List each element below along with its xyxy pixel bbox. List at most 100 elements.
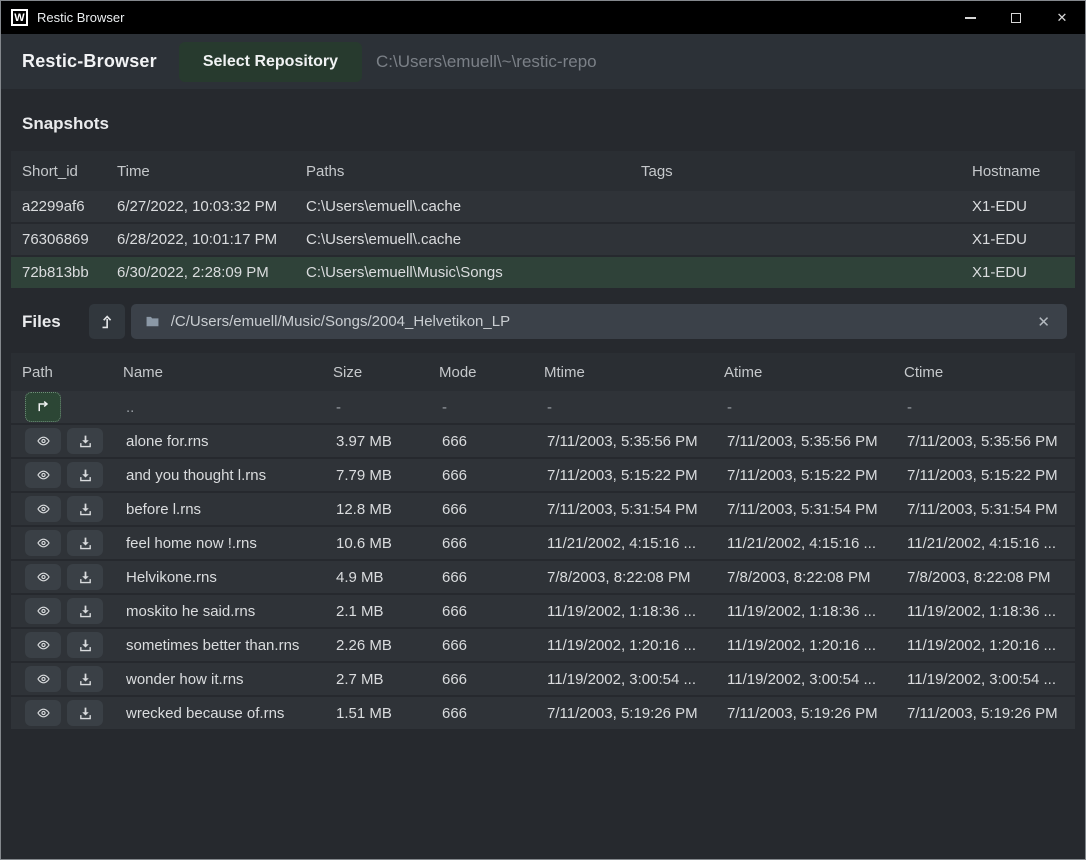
eye-icon: [34, 502, 53, 516]
file-atime: 11/19/2002, 1:20:16 ...: [727, 637, 907, 654]
app-window: W Restic Browser ✕ Restic-Browser Select…: [0, 0, 1086, 860]
file-mode: 666: [442, 535, 547, 552]
app-title: Restic-Browser: [22, 51, 157, 72]
download-file-button[interactable]: [67, 666, 103, 692]
file-mtime: 7/11/2003, 5:15:22 PM: [547, 467, 727, 484]
download-icon: [78, 434, 93, 449]
preview-file-button[interactable]: [25, 462, 61, 488]
file-atime: -: [727, 399, 907, 416]
preview-file-button[interactable]: [25, 598, 61, 624]
file-size: 1.51 MB: [336, 705, 442, 722]
repository-path: C:\Users\emuell\~\restic-repo: [376, 52, 597, 72]
file-atime: 11/21/2002, 4:15:16 ...: [727, 535, 907, 552]
preview-file-button[interactable]: [25, 496, 61, 522]
download-file-button[interactable]: [67, 428, 103, 454]
snapshot-shortid: a2299af6: [22, 198, 117, 215]
file-row: and you thought l.rns 7.79 MB 666 7/11/2…: [11, 459, 1075, 493]
preview-file-button[interactable]: [25, 632, 61, 658]
snapshot-shortid: 72b813bb: [22, 264, 117, 281]
column-header-paths[interactable]: Paths: [306, 163, 641, 180]
parent-dir-icon: [34, 398, 52, 416]
column-header-path[interactable]: Path: [22, 364, 123, 381]
file-ctime: -: [907, 399, 1075, 416]
file-mode: 666: [442, 603, 547, 620]
maximize-icon: [1011, 13, 1021, 23]
column-header-atime[interactable]: Atime: [724, 364, 904, 381]
snapshot-row[interactable]: 76306869 6/28/2022, 10:01:17 PM C:\Users…: [11, 224, 1075, 257]
files-toolbar: Files /C/Users/emuell/Music/Songs/2004_H…: [1, 290, 1085, 353]
file-ctime: 7/11/2003, 5:35:56 PM: [907, 433, 1075, 450]
eye-icon: [34, 638, 53, 652]
file-mtime: 11/19/2002, 3:00:54 ...: [547, 671, 727, 688]
file-size: 4.9 MB: [336, 569, 442, 586]
minimize-icon: [965, 17, 976, 19]
snapshot-hostname: X1-EDU: [972, 198, 1075, 215]
file-size: 12.8 MB: [336, 501, 442, 518]
minimize-button[interactable]: [947, 1, 993, 34]
download-file-button[interactable]: [67, 700, 103, 726]
window-title: Restic Browser: [37, 10, 124, 25]
select-repository-button[interactable]: Select Repository: [179, 42, 362, 82]
column-header-ctime[interactable]: Ctime: [904, 364, 1075, 381]
eye-icon: [34, 536, 53, 550]
snapshots-table-header: Short_id Time Paths Tags Hostname: [11, 151, 1075, 191]
level-up-button[interactable]: [89, 304, 125, 339]
file-path-input[interactable]: /C/Users/emuell/Music/Songs/2004_Helveti…: [131, 304, 1067, 339]
snapshot-paths: C:\Users\emuell\Music\Songs: [306, 264, 641, 281]
file-row: moskito he said.rns 2.1 MB 666 11/19/200…: [11, 595, 1075, 629]
snapshot-paths: C:\Users\emuell\.cache: [306, 198, 641, 215]
snapshot-row-selected[interactable]: 72b813bb 6/30/2022, 2:28:09 PM C:\Users\…: [11, 257, 1075, 290]
file-mtime: 7/11/2003, 5:31:54 PM: [547, 501, 727, 518]
file-size: 10.6 MB: [336, 535, 442, 552]
preview-file-button[interactable]: [25, 428, 61, 454]
file-mode: 666: [442, 705, 547, 722]
maximize-button[interactable]: [993, 1, 1039, 34]
snapshot-time: 6/30/2022, 2:28:09 PM: [117, 264, 306, 281]
download-file-button[interactable]: [67, 632, 103, 658]
close-button[interactable]: ✕: [1039, 1, 1085, 34]
column-header-tags[interactable]: Tags: [641, 163, 972, 180]
snapshot-row[interactable]: a2299af6 6/27/2022, 10:03:32 PM C:\Users…: [11, 191, 1075, 224]
eye-icon: [34, 468, 53, 482]
preview-file-button[interactable]: [25, 564, 61, 590]
file-atime: 7/11/2003, 5:19:26 PM: [727, 705, 907, 722]
download-file-button[interactable]: [67, 598, 103, 624]
file-ctime: 11/19/2002, 3:00:54 ...: [907, 671, 1075, 688]
download-file-button[interactable]: [67, 564, 103, 590]
file-atime: 7/11/2003, 5:35:56 PM: [727, 433, 907, 450]
file-atime: 11/19/2002, 3:00:54 ...: [727, 671, 907, 688]
download-file-button[interactable]: [67, 496, 103, 522]
file-row: alone for.rns 3.97 MB 666 7/11/2003, 5:3…: [11, 425, 1075, 459]
file-ctime: 7/8/2003, 8:22:08 PM: [907, 569, 1075, 586]
preview-file-button[interactable]: [25, 666, 61, 692]
download-icon: [78, 604, 93, 619]
preview-file-button[interactable]: [25, 530, 61, 556]
column-header-mtime[interactable]: Mtime: [544, 364, 724, 381]
file-mode: 666: [442, 569, 547, 586]
file-size: 2.26 MB: [336, 637, 442, 654]
download-file-button[interactable]: [67, 462, 103, 488]
column-header-name[interactable]: Name: [123, 364, 333, 381]
file-ctime: 7/11/2003, 5:15:22 PM: [907, 467, 1075, 484]
file-mode: 666: [442, 637, 547, 654]
eye-icon: [34, 434, 53, 448]
titlebar: W Restic Browser ✕: [1, 1, 1085, 34]
file-name: moskito he said.rns: [126, 603, 336, 620]
column-header-mode[interactable]: Mode: [439, 364, 544, 381]
column-header-shortid[interactable]: Short_id: [22, 163, 117, 180]
open-parent-dir-button[interactable]: [25, 392, 61, 422]
snapshots-heading: Snapshots: [22, 114, 109, 134]
download-file-button[interactable]: [67, 530, 103, 556]
file-mode: 666: [442, 433, 547, 450]
column-header-size[interactable]: Size: [333, 364, 439, 381]
snapshot-hostname: X1-EDU: [972, 264, 1075, 281]
file-row: wrecked because of.rns 1.51 MB 666 7/11/…: [11, 697, 1075, 731]
preview-file-button[interactable]: [25, 700, 61, 726]
file-ctime: 11/21/2002, 4:15:16 ...: [907, 535, 1075, 552]
clear-path-button[interactable]: ✕: [1033, 311, 1054, 333]
column-header-hostname[interactable]: Hostname: [972, 163, 1075, 180]
column-header-time[interactable]: Time: [117, 163, 306, 180]
download-icon: [78, 536, 93, 551]
snapshot-shortid: 76306869: [22, 231, 117, 248]
file-row: wonder how it.rns 2.7 MB 666 11/19/2002,…: [11, 663, 1075, 697]
